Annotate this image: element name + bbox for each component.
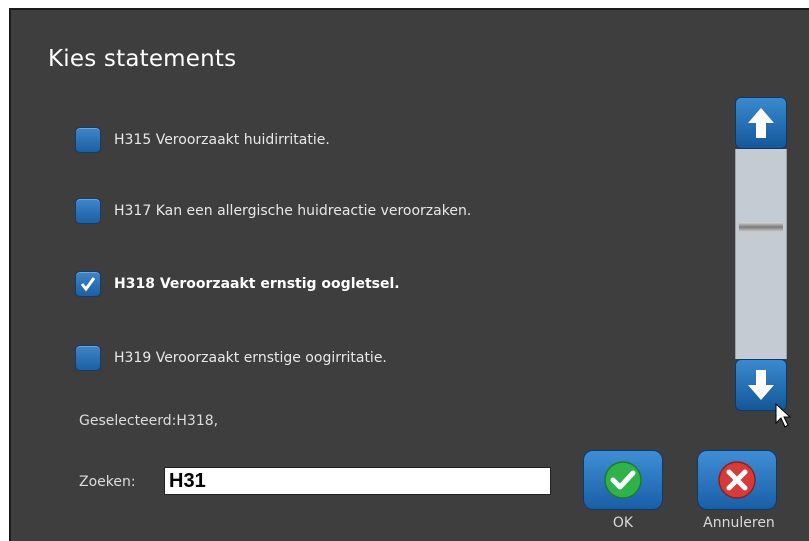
statement-item-h317[interactable]: H317 Kan een allergische huidreactie ver… bbox=[75, 195, 695, 227]
cancel-label: Annuleren bbox=[703, 515, 775, 531]
statement-item-h318[interactable]: H318 Veroorzaakt ernstig oogletsel. bbox=[75, 268, 695, 300]
red-x-icon bbox=[718, 461, 756, 499]
scroll-up-button[interactable] bbox=[735, 97, 787, 149]
cancel-button[interactable] bbox=[697, 450, 777, 510]
mouse-cursor-icon bbox=[775, 403, 791, 428]
statement-checkbox[interactable] bbox=[75, 127, 101, 153]
statement-label: H317 Kan een allergische huidreactie ver… bbox=[114, 203, 472, 219]
selected-summary: Geselecteerd:H318, bbox=[79, 413, 219, 429]
arrow-up-icon bbox=[748, 108, 774, 138]
statement-item-h319[interactable]: H319 Veroorzaakt ernstige oogirritatie. bbox=[75, 342, 695, 374]
statement-label: H318 Veroorzaakt ernstig oogletsel. bbox=[114, 276, 400, 292]
statement-label: H319 Veroorzaakt ernstige oogirritatie. bbox=[114, 350, 387, 366]
statement-item-h315[interactable]: H315 Veroorzaakt huidirritatie. bbox=[75, 124, 695, 156]
statement-checkbox[interactable] bbox=[75, 198, 101, 224]
ok-label: OK bbox=[612, 515, 634, 531]
scrollbar-track[interactable] bbox=[735, 149, 787, 359]
checkmark-icon bbox=[80, 277, 96, 292]
ok-button[interactable] bbox=[583, 450, 663, 510]
statement-label: H315 Veroorzaakt huidirritatie. bbox=[114, 132, 330, 148]
arrow-down-icon bbox=[748, 370, 774, 400]
scrollbar-thumb[interactable] bbox=[739, 222, 783, 232]
statement-checkbox[interactable] bbox=[75, 271, 101, 297]
dialog-title: Kies statements bbox=[48, 46, 237, 72]
search-input[interactable] bbox=[164, 467, 551, 495]
statement-checkbox[interactable] bbox=[75, 345, 101, 371]
search-label: Zoeken: bbox=[79, 474, 136, 490]
choose-statements-dialog: Kies statements H315 Veroorzaakt huidirr… bbox=[9, 8, 809, 541]
green-check-icon bbox=[604, 461, 642, 499]
